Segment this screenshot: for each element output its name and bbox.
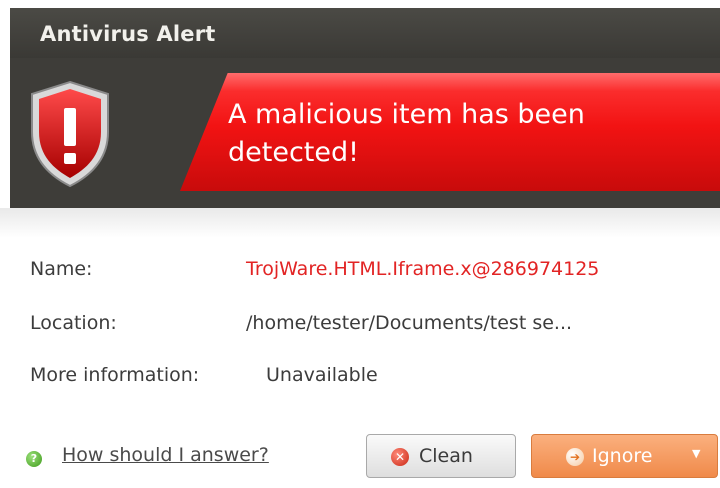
alert-headline: A malicious item has been detected!	[228, 96, 585, 172]
window-titlebar: Antivirus Alert	[10, 8, 720, 58]
location-label: Location:	[30, 312, 117, 334]
alert-banner: A malicious item has been detected!	[10, 58, 720, 208]
alert-headline-line2: detected!	[228, 137, 359, 168]
name-label: Name:	[30, 258, 93, 280]
ignore-button-label: Ignore	[592, 445, 653, 467]
more-info-value: Unavailable	[266, 364, 378, 386]
chevron-down-icon[interactable]: ▼	[692, 447, 700, 460]
ignore-icon: ➔	[566, 448, 584, 466]
clean-button[interactable]: ✕ Clean	[366, 434, 516, 478]
clean-button-label: Clean	[419, 445, 473, 467]
threat-name-value: TrojWare.HTML.Iframe.x@286974125	[246, 258, 600, 280]
help-icon[interactable]: ?	[26, 451, 42, 467]
more-info-label: More information:	[30, 364, 200, 386]
window-title: Antivirus Alert	[40, 22, 216, 46]
clean-icon: ✕	[391, 448, 409, 466]
alert-headline-line1: A malicious item has been	[228, 99, 585, 130]
location-value: /home/tester/Documents/test se...	[246, 312, 573, 334]
ignore-button[interactable]: ➔ Ignore ▼	[531, 434, 718, 478]
shield-warning-icon	[31, 80, 109, 188]
banner-divider	[0, 208, 720, 238]
help-link[interactable]: How should I answer?	[62, 444, 269, 466]
